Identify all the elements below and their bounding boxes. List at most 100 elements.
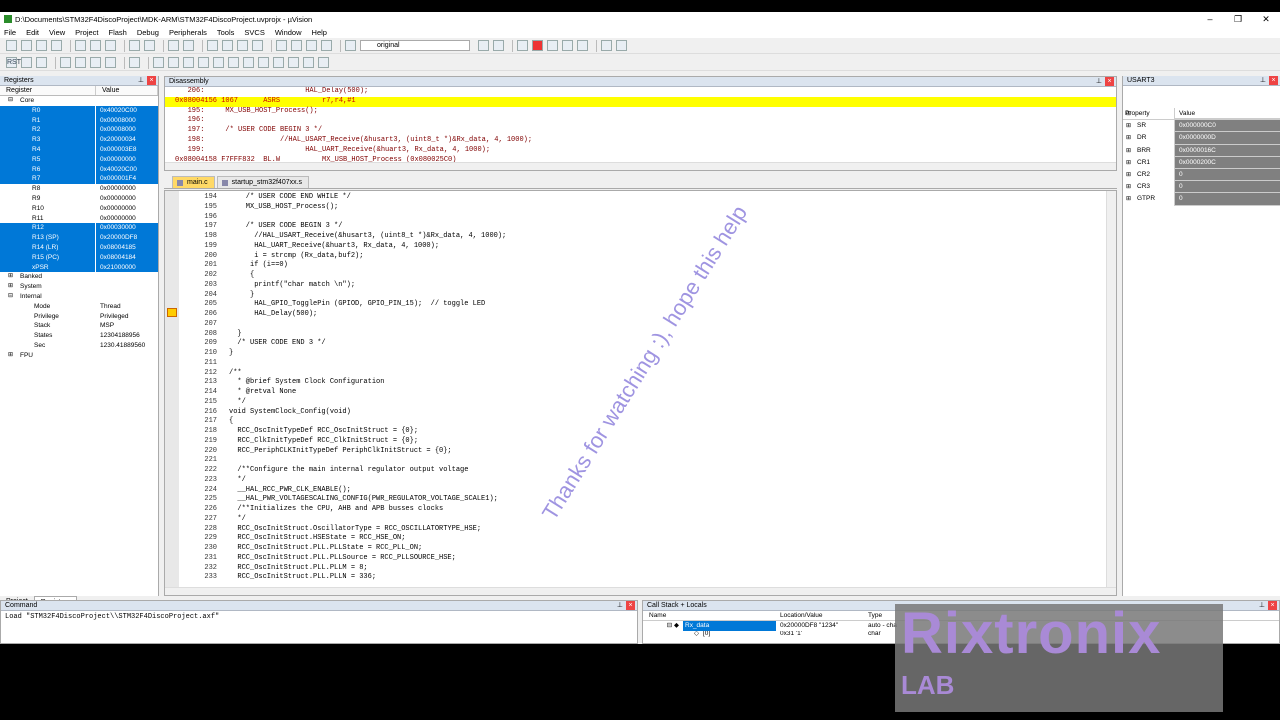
table-row[interactable]: R6 0x40020C00 [0,164,158,175]
table-row[interactable]: States 12304188956 [0,331,158,341]
register-value[interactable]: 0x08004185 [96,242,158,253]
code-line[interactable]: 218 RCC_OscInitTypeDef RCC_OscInitStruct… [179,427,1104,437]
bookmark-prev-icon[interactable] [222,40,233,51]
register-value[interactable]: 0x00000000 [96,214,158,224]
breakpoint-insert-icon[interactable] [532,40,543,51]
find-icon[interactable] [478,40,489,51]
redo-icon[interactable] [144,40,155,51]
code-line[interactable]: 228 RCC_OscInitStruct.OscillatorType = R… [179,525,1104,535]
copy-icon[interactable] [90,40,101,51]
expand-icon[interactable]: ⊞ [8,282,13,292]
expand-icon[interactable]: ⊞ [8,351,13,361]
registers-window-icon[interactable] [198,57,209,68]
indent-icon[interactable] [276,40,287,51]
step-into-icon[interactable] [60,57,71,68]
code-line[interactable]: 200 i = strcmp (Rx_data,buf2); [179,252,1104,262]
usart-register-value[interactable]: 0 [1175,168,1280,182]
code-line[interactable]: 205 HAL_GPIO_TogglePin (GPIOD, GPIO_PIN_… [179,300,1104,310]
table-row[interactable]: BRR0x0000016C [1123,144,1280,157]
undo-icon[interactable] [129,40,140,51]
table-row[interactable]: Stack MSP [0,321,158,331]
menu-peripherals[interactable]: Peripherals [169,28,207,37]
minimize-button[interactable]: – [1196,12,1224,26]
register-value[interactable]: 0x00008000 [96,125,158,136]
paste-icon[interactable] [105,40,116,51]
symbols-window-icon[interactable] [183,57,194,68]
code-line[interactable]: 206 HAL_Delay(500); [179,310,1104,320]
breakpoint-enable-icon[interactable] [547,40,558,51]
code-line[interactable]: 207 [179,320,1104,330]
code-line[interactable]: 219 RCC_ClkInitTypeDef RCC_ClkInitStruct… [179,437,1104,447]
register-value[interactable]: 0x000001F4 [96,174,158,185]
table-row[interactable]: CR20 [1123,168,1280,182]
open-file-icon[interactable] [21,40,32,51]
save-all-icon[interactable] [51,40,62,51]
close-icon[interactable]: × [1105,77,1114,86]
code-line[interactable]: 195 MX_USB_HOST_Process(); [179,203,1104,213]
code-line[interactable]: 198 //HAL_USART_Receive(&husart3, (uint8… [179,232,1104,242]
run-icon[interactable] [21,57,32,68]
memory-window-icon[interactable] [243,57,254,68]
analysis-window-icon[interactable] [273,57,284,68]
table-row[interactable]: R11 0x00000000 [0,214,158,224]
table-row[interactable]: R7 0x000001F4 [0,174,158,185]
toolbox-icon[interactable] [318,57,329,68]
show-next-statement-icon[interactable] [129,57,140,68]
register-value[interactable]: 0x00000000 [96,194,158,204]
disassembly-line[interactable]: 195: MX_USB_HOST_Process(); [165,107,1116,117]
tree-group[interactable]: ⊞ Banked [0,272,158,282]
code-line[interactable]: 208 } [179,330,1104,340]
watch-window-icon[interactable] [228,57,239,68]
debug-session-icon[interactable] [517,40,528,51]
disassembly-line[interactable]: 196: [165,116,1116,126]
bookmark-clear-icon[interactable] [252,40,263,51]
code-line[interactable]: 232 RCC_OscInitStruct.PLL.PLLM = 8; [179,564,1104,574]
cut-icon[interactable] [75,40,86,51]
editor-gutter[interactable] [165,191,179,591]
code-line[interactable]: 203 printf("char match \n"); [179,281,1104,291]
unindent-icon[interactable] [291,40,302,51]
disassembly-line[interactable]: 199: HAL_UART_Receive(&huart3, Rx_data, … [165,146,1116,156]
code-line[interactable]: 224 __HAL_RCC_PWR_CLK_ENABLE(); [179,486,1104,496]
find-in-files-icon[interactable] [345,40,356,51]
target-combo[interactable]: original [360,40,470,51]
pin-icon[interactable]: ⊥ [1096,77,1102,87]
run-to-cursor-icon[interactable] [105,57,116,68]
expand-icon[interactable]: ⊞ [8,272,13,282]
code-line[interactable]: 220 RCC_PeriphCLKInitTypeDef PeriphClkIn… [179,447,1104,457]
breakpoint-kill-all-icon[interactable] [577,40,588,51]
code-line[interactable]: 223 */ [179,476,1104,486]
maximize-button[interactable]: ❐ [1224,12,1252,26]
step-out-icon[interactable] [90,57,101,68]
menu-help[interactable]: Help [312,28,327,37]
tree-group[interactable]: ⊞ System [0,282,158,292]
table-row[interactable]: R9 0x00000000 [0,194,158,204]
code-line[interactable]: 231 RCC_OscInitStruct.PLL.PLLSource = RC… [179,554,1104,564]
code-line[interactable]: 230 RCC_OscInitStruct.PLL.PLLState = RCC… [179,544,1104,554]
register-value[interactable]: 0x20000034 [96,135,158,145]
code-line[interactable]: 217 { [179,417,1104,427]
menu-file[interactable]: File [4,28,16,37]
horizontal-scrollbar[interactable] [165,587,1116,595]
table-row[interactable]: Privilege Privileged [0,312,158,322]
code-line[interactable]: 221 [179,456,1104,466]
code-line[interactable]: 197 /* USER CODE BEGIN 3 */ [179,222,1104,232]
register-value[interactable]: 0x00000000 [96,184,158,194]
table-row[interactable]: R1 0x00008000 [0,115,158,126]
disassembly-line[interactable]: 0x08004156 1067 ASRS r7,r4,#1 [165,96,1116,107]
col-location[interactable]: Location/Value [776,611,864,620]
code-line[interactable]: 199 HAL_UART_Receive(&huart3, Rx_data, 4… [179,242,1104,252]
menu-svcs[interactable]: SVCS [244,28,264,37]
incremental-find-icon[interactable] [493,40,504,51]
new-file-icon[interactable] [6,40,17,51]
code-line[interactable]: 201 if (i==0) [179,261,1104,271]
menu-view[interactable]: View [49,28,65,37]
code-line[interactable]: 204 } [179,291,1104,301]
uncomment-icon[interactable] [321,40,332,51]
code-line[interactable]: 215 */ [179,398,1104,408]
pin-icon[interactable]: ⊥ [1260,76,1266,86]
disassembly-window-icon[interactable] [168,57,179,68]
code-line[interactable]: 202 { [179,271,1104,281]
collapse-icon[interactable]: ⊟ [8,96,13,106]
bookmark-icon[interactable] [207,40,218,51]
